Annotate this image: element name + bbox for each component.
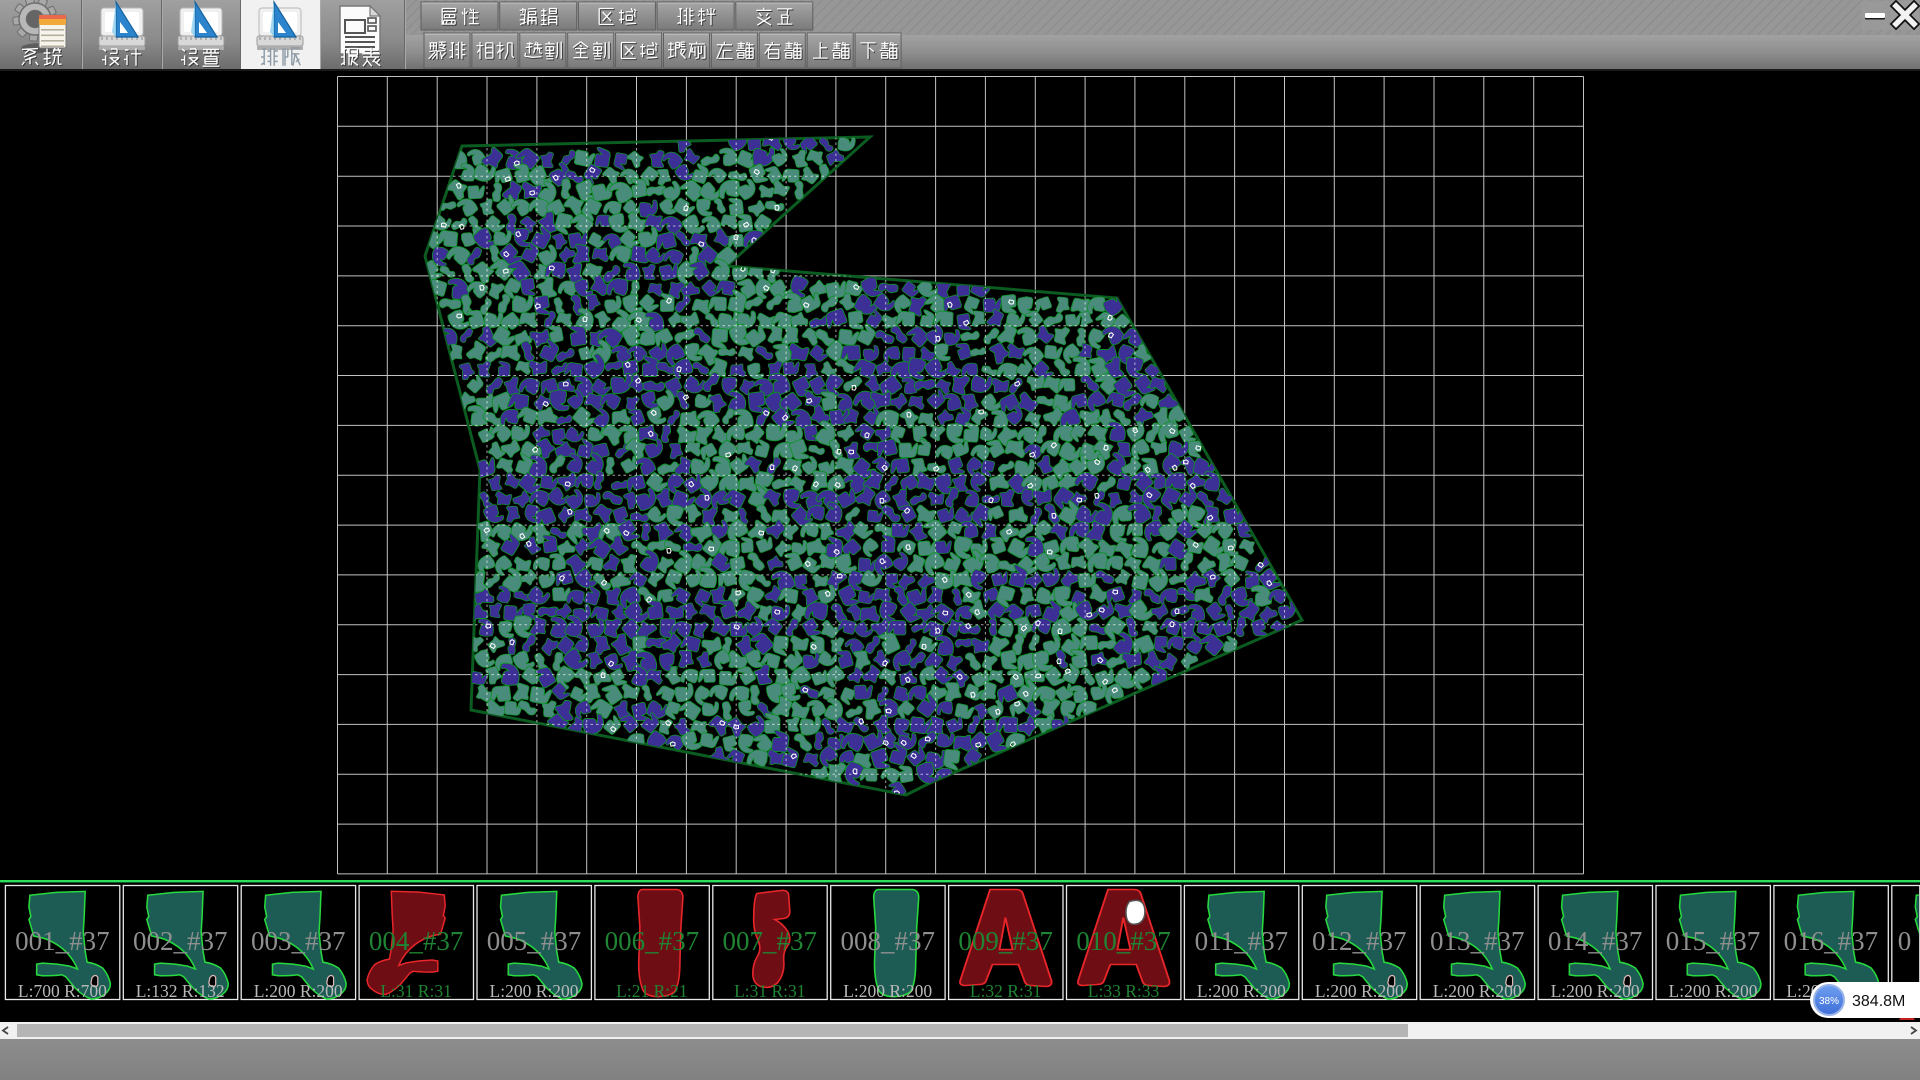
svg-text:L:200 R:200: L:200 R:200 bbox=[843, 981, 932, 1001]
svg-text:L:200 R:200: L:200 R:200 bbox=[490, 981, 579, 1001]
svg-text:013_#37: 013_#37 bbox=[1430, 926, 1525, 956]
svg-text:015_#37: 015_#37 bbox=[1666, 926, 1761, 956]
svg-text:016_#37: 016_#37 bbox=[1784, 926, 1879, 956]
svg-text:L:200 R:200: L:200 R:200 bbox=[1315, 981, 1404, 1001]
svg-text:L:200 R:200: L:200 R:200 bbox=[1433, 981, 1522, 1001]
svg-text:006_#37: 006_#37 bbox=[605, 926, 700, 956]
svg-text:L:200 R:200: L:200 R:200 bbox=[1551, 981, 1640, 1001]
svg-text:L:33 R:33: L:33 R:33 bbox=[1088, 981, 1160, 1001]
svg-text:003_#37: 003_#37 bbox=[251, 926, 346, 956]
svg-text:L:31 R:31: L:31 R:31 bbox=[734, 981, 805, 1001]
svg-text:L:200 R:200: L:200 R:200 bbox=[1669, 981, 1758, 1001]
svg-text:005_#37: 005_#37 bbox=[487, 926, 582, 956]
svg-text:L:31 R:31: L:31 R:31 bbox=[380, 981, 451, 1001]
svg-text:L:32 R:31: L:32 R:31 bbox=[970, 981, 1041, 1001]
svg-text:014_#37: 014_#37 bbox=[1548, 926, 1643, 956]
svg-text:002_#37: 002_#37 bbox=[133, 926, 228, 956]
svg-text:008_#37: 008_#37 bbox=[840, 926, 935, 956]
svg-text:384.8M: 384.8M bbox=[1852, 993, 1905, 1010]
svg-text:007_#37: 007_#37 bbox=[723, 926, 818, 956]
svg-text:009_#37: 009_#37 bbox=[958, 926, 1053, 956]
svg-text:L:21 R:21: L:21 R:21 bbox=[616, 981, 687, 1001]
svg-text:012_#37: 012_#37 bbox=[1312, 926, 1407, 956]
svg-text:L:700 R:700: L:700 R:700 bbox=[18, 981, 107, 1001]
svg-text:L:132 R:132: L:132 R:132 bbox=[136, 981, 225, 1001]
svg-text:L:200 R:200: L:200 R:200 bbox=[1197, 981, 1286, 1001]
svg-text:L:200 R:200: L:200 R:200 bbox=[254, 981, 343, 1001]
svg-text:001_#37: 001_#37 bbox=[15, 926, 110, 956]
svg-text:38%: 38% bbox=[1819, 996, 1839, 1007]
svg-text:0: 0 bbox=[1898, 926, 1912, 956]
svg-text:010_#37: 010_#37 bbox=[1076, 926, 1171, 956]
svg-text:011_#37: 011_#37 bbox=[1195, 926, 1289, 956]
svg-text:004_#37: 004_#37 bbox=[369, 926, 464, 956]
